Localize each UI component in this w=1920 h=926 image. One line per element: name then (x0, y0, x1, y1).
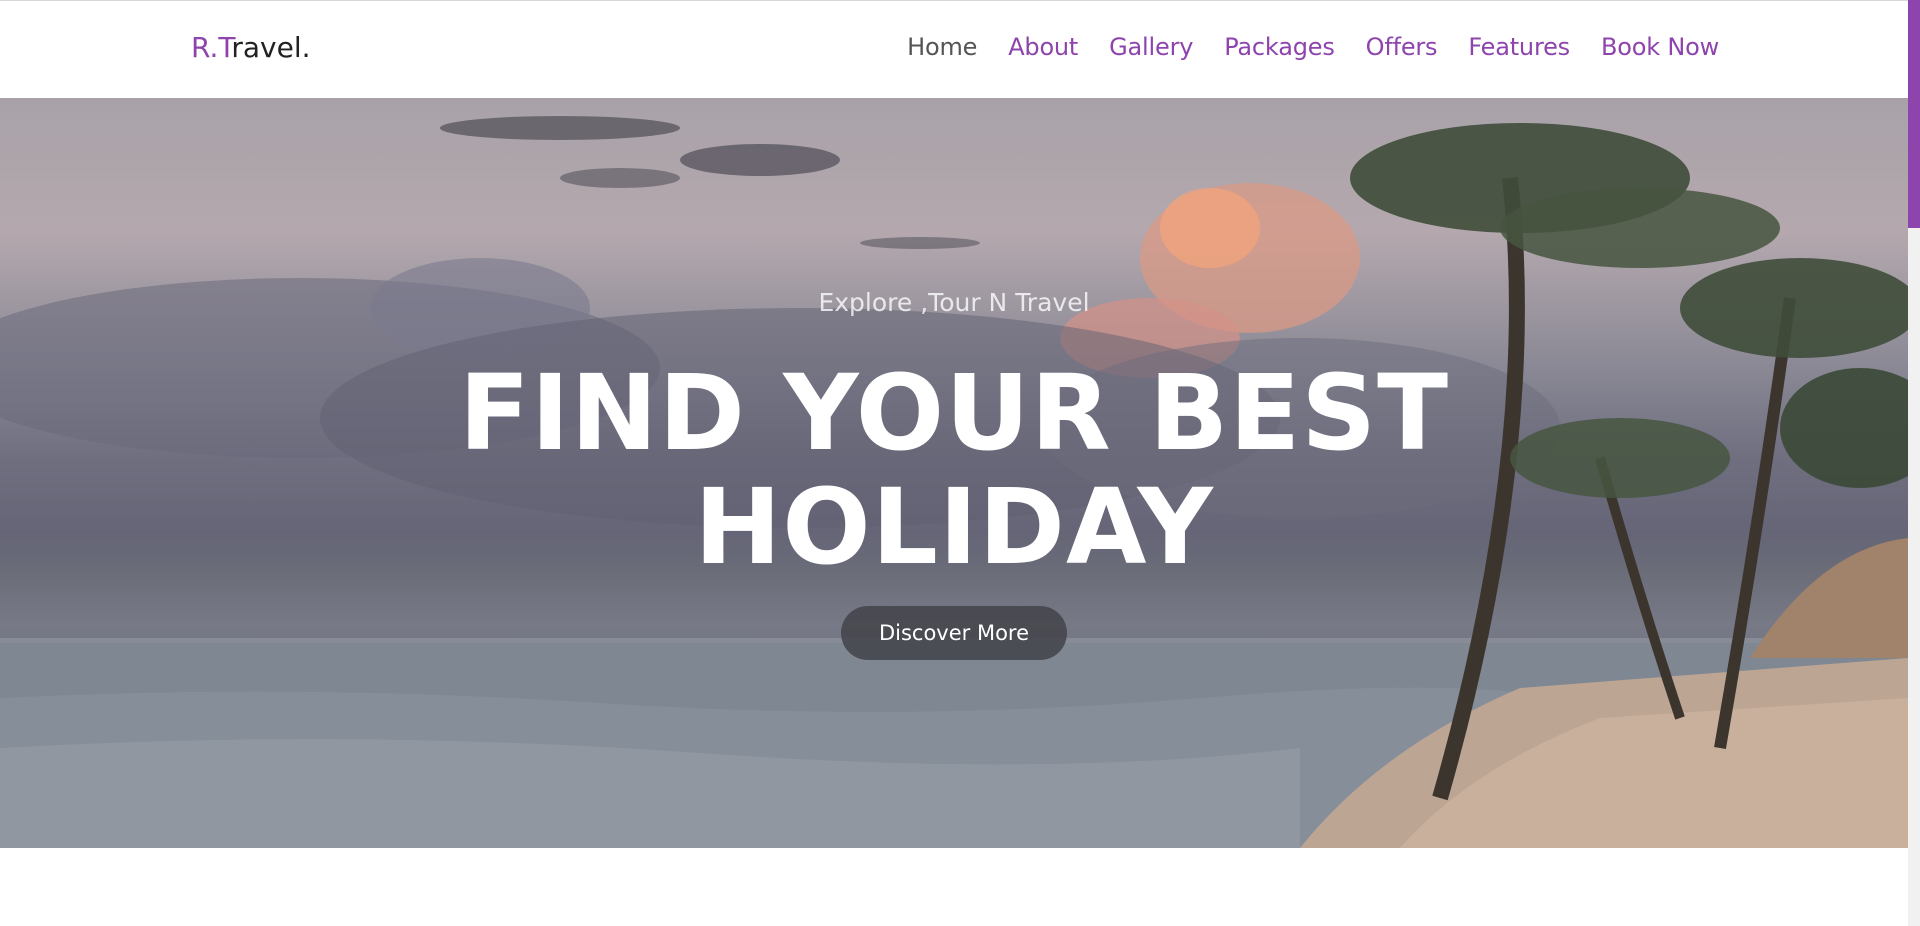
page-scrollbar[interactable] (1908, 0, 1920, 926)
hero-slider: Explore ,Tour N Travel FIND YOUR BEST HO… (0, 98, 1908, 848)
nav-item-book-now[interactable]: Book Now (1601, 33, 1719, 61)
main-nav: Home About Gallery Packages Offers Featu… (876, 33, 1719, 61)
hero-title: FIND YOUR BEST HOLIDAY (0, 356, 1908, 584)
scrollbar-thumb[interactable] (1908, 0, 1920, 228)
nav-item-home[interactable]: Home (907, 33, 977, 61)
logo-prefix: R.T (191, 31, 232, 64)
hero-subtitle: Explore ,Tour N Travel (818, 288, 1090, 317)
brand-logo[interactable]: R.Travel. (191, 31, 311, 64)
discover-more-button[interactable]: Discover More (841, 606, 1067, 660)
nav-item-features[interactable]: Features (1468, 33, 1570, 61)
nav-item-offers[interactable]: Offers (1366, 33, 1438, 61)
hero-title-line-1: FIND YOUR BEST (458, 352, 1450, 474)
site-header: R.Travel. Home About Gallery Packages Of… (0, 0, 1908, 98)
nav-item-packages[interactable]: Packages (1224, 33, 1335, 61)
logo-suffix: ravel. (231, 31, 311, 64)
nav-item-gallery[interactable]: Gallery (1109, 33, 1193, 61)
nav-item-about[interactable]: About (1008, 33, 1078, 61)
hero-title-line-2: HOLIDAY (694, 466, 1214, 588)
